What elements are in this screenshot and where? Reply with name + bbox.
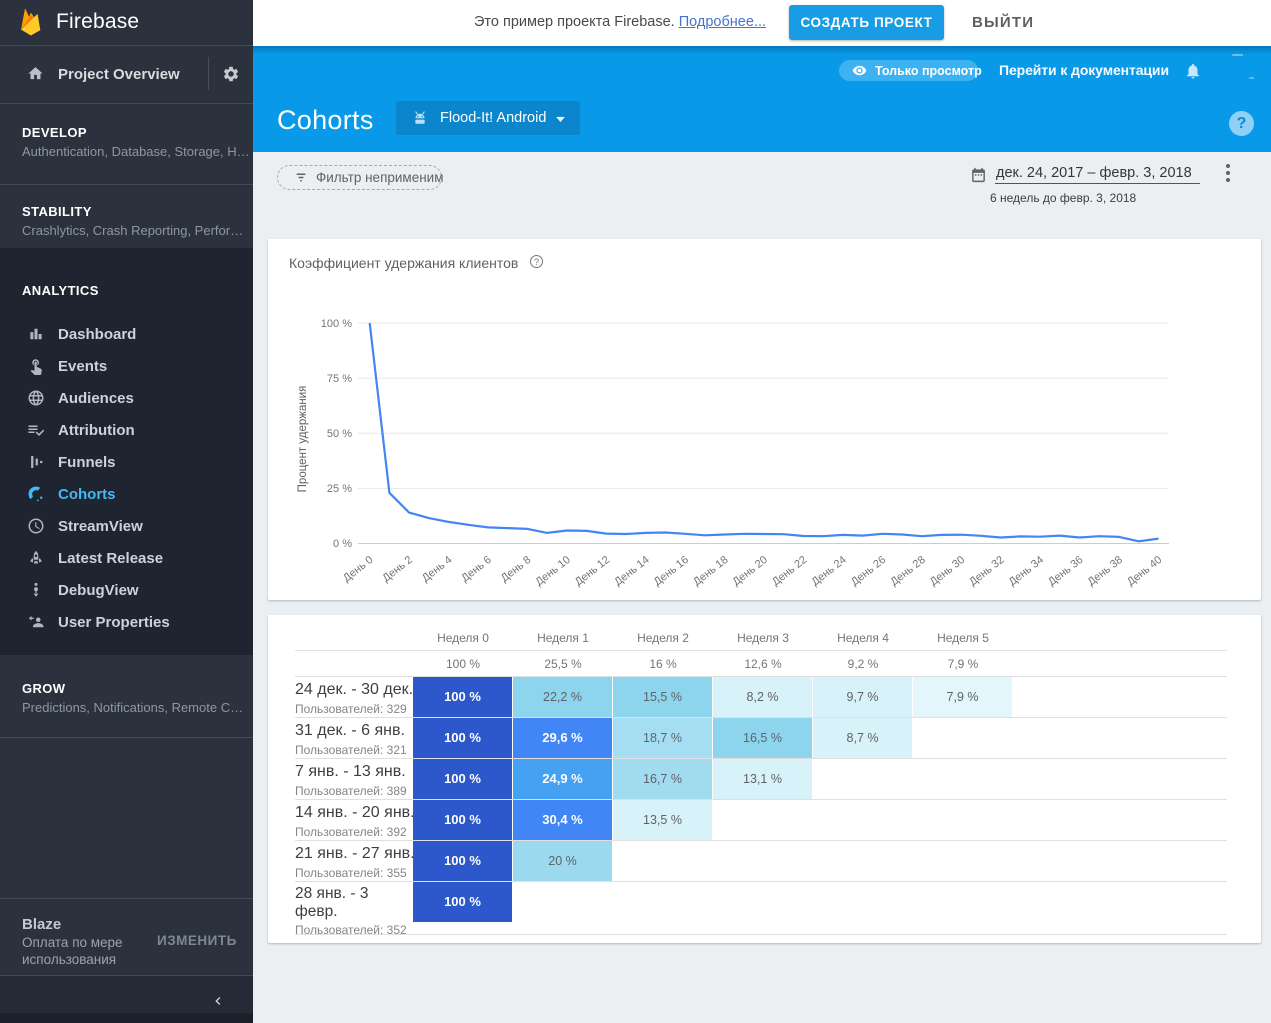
svg-text:День 10: День 10 (533, 554, 572, 588)
svg-text:День 18: День 18 (691, 554, 730, 588)
svg-text:75 %: 75 % (327, 373, 352, 385)
svg-text:25 %: 25 % (327, 483, 352, 495)
svg-text:0 %: 0 % (333, 538, 352, 550)
svg-text:День 36: День 36 (1046, 554, 1085, 588)
svg-text:День 20: День 20 (731, 554, 770, 588)
svg-text:День 2: День 2 (380, 554, 415, 585)
svg-text:Процент удержания: Процент удержания (297, 386, 309, 493)
svg-text:День 30: День 30 (928, 554, 967, 588)
svg-text:День 34: День 34 (1007, 554, 1046, 588)
svg-text:День 26: День 26 (849, 554, 888, 588)
svg-text:День 8: День 8 (499, 554, 534, 585)
svg-text:День 28: День 28 (888, 554, 927, 588)
svg-text:День 14: День 14 (612, 554, 651, 588)
svg-text:50 %: 50 % (327, 428, 352, 440)
svg-text:День 32: День 32 (967, 554, 1006, 588)
svg-text:День 4: День 4 (420, 554, 455, 585)
svg-text:День 38: День 38 (1086, 554, 1125, 588)
svg-text:100 %: 100 % (321, 318, 352, 330)
svg-text:День 22: День 22 (770, 554, 809, 588)
svg-text:День 40: День 40 (1125, 554, 1164, 588)
svg-text:День 0: День 0 (341, 554, 376, 585)
svg-text:День 12: День 12 (573, 554, 612, 588)
svg-text:День 16: День 16 (652, 554, 691, 588)
svg-text:День 24: День 24 (809, 554, 848, 588)
svg-text:День 6: День 6 (459, 554, 494, 585)
